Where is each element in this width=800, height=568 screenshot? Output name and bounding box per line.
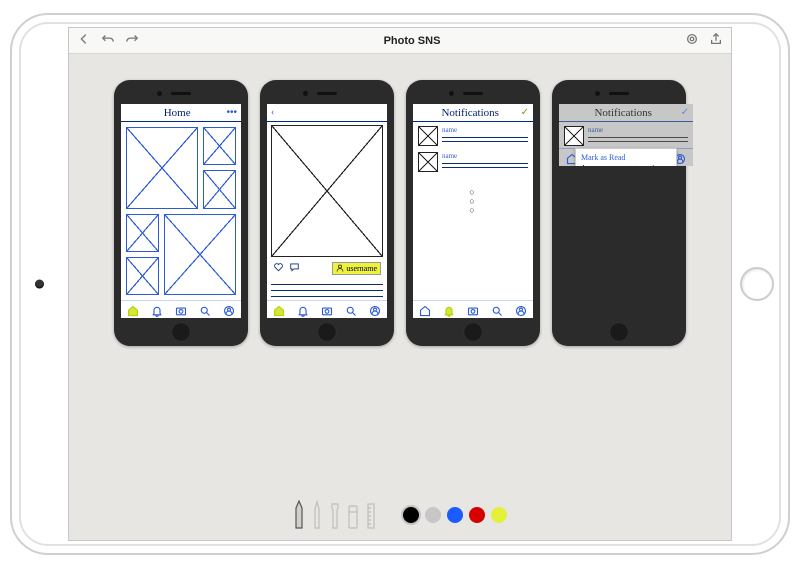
tab-camera-icon[interactable]	[321, 304, 333, 316]
action-bar: username	[271, 257, 383, 279]
username-label: username	[346, 264, 377, 273]
header-title: Home	[128, 107, 227, 119]
photo-large-placeholder[interactable]	[271, 125, 383, 257]
photo-placeholder[interactable]	[164, 214, 236, 296]
pen-tool[interactable]	[293, 500, 305, 530]
color-swatch-blue[interactable]	[447, 507, 463, 523]
mockup-phone-notifications[interactable]: Notifications ✓ name	[406, 80, 540, 346]
header-checkmark[interactable]: ✓	[521, 107, 529, 118]
header-more[interactable]: •••	[226, 107, 237, 118]
screen-header: ‹	[267, 104, 387, 122]
settings-button[interactable]	[685, 32, 699, 49]
share-button[interactable]	[709, 32, 723, 49]
tab-search-icon[interactable]	[199, 304, 211, 316]
project-title: Photo SNS	[139, 35, 685, 47]
notification-row[interactable]: name	[413, 148, 533, 174]
pencil-tool[interactable]	[311, 500, 323, 530]
confirm-dialog: Mark as Read Are you sure want to mark a…	[575, 148, 677, 166]
caption-lines	[271, 279, 383, 297]
like-icon[interactable]	[273, 259, 284, 277]
marker-tool[interactable]	[329, 500, 341, 530]
photo-placeholder[interactable]	[126, 214, 159, 252]
bottom-palette	[69, 500, 731, 530]
tab-bar	[267, 300, 387, 318]
ipad-frame: Photo SNS Home •••	[10, 13, 790, 555]
notif-name: name	[442, 126, 528, 134]
tab-user-icon[interactable]	[515, 304, 527, 316]
redo-button[interactable]	[125, 32, 139, 49]
color-swatch-black[interactable]	[403, 507, 419, 523]
design-canvas[interactable]: Home •••	[69, 54, 731, 540]
tab-bar	[121, 300, 241, 318]
tab-bell-icon[interactable]	[151, 304, 163, 316]
color-swatch-yellow[interactable]	[491, 507, 507, 523]
eraser-tool[interactable]	[347, 500, 359, 530]
screen-header: Home •••	[121, 104, 241, 122]
undo-button[interactable]	[101, 32, 115, 49]
photo-placeholder[interactable]	[203, 170, 236, 208]
notification-row[interactable]: name	[413, 122, 533, 148]
dialog-overlay: Mark as Read Are you sure want to mark a…	[559, 122, 693, 148]
comment-icon[interactable]	[289, 259, 300, 277]
tab-bar	[413, 300, 533, 318]
username-tag[interactable]: username	[332, 262, 381, 275]
tab-user-icon[interactable]	[223, 304, 235, 316]
tool-tray	[293, 500, 377, 530]
color-swatch-red[interactable]	[469, 507, 485, 523]
back-button[interactable]	[77, 32, 91, 49]
ipad-camera-dot	[35, 280, 44, 289]
avatar-placeholder	[418, 126, 438, 146]
mockup-phone-home[interactable]: Home •••	[114, 80, 248, 346]
ipad-screen: Photo SNS Home •••	[68, 27, 732, 541]
tab-search-icon[interactable]	[345, 304, 357, 316]
tab-bell-icon[interactable]	[443, 304, 455, 316]
tab-search-icon[interactable]	[491, 304, 503, 316]
tab-home-icon[interactable]	[127, 304, 139, 316]
avatar-placeholder	[418, 152, 438, 172]
dialog-title: Mark as Read	[581, 153, 671, 162]
tab-home-icon[interactable]	[273, 304, 285, 316]
color-swatch-grey[interactable]	[425, 507, 441, 523]
mockup-phone-dialog[interactable]: Notifications ✓ name	[552, 80, 686, 346]
tab-bell-icon[interactable]	[297, 304, 309, 316]
tab-home-icon[interactable]	[419, 304, 431, 316]
screen-header: Notifications ✓	[559, 104, 693, 122]
photo-placeholder[interactable]	[126, 257, 159, 295]
tab-camera-icon[interactable]	[467, 304, 479, 316]
tab-camera-icon[interactable]	[175, 304, 187, 316]
notif-name: name	[442, 152, 528, 160]
header-checkmark[interactable]: ✓	[681, 107, 689, 118]
header-title: Notifications	[420, 107, 521, 119]
ruler-tool[interactable]	[365, 500, 377, 530]
color-swatches	[403, 507, 507, 523]
header-title: Notifications	[566, 107, 681, 119]
app-topbar: Photo SNS	[69, 28, 731, 54]
dialog-message: Are you sure want to mark as read?	[581, 164, 671, 166]
photo-placeholder[interactable]	[203, 127, 236, 165]
photo-placeholder[interactable]	[126, 127, 198, 209]
mockup-phone-detail[interactable]: ‹ username	[260, 80, 394, 346]
tab-user-icon[interactable]	[369, 304, 381, 316]
screen-header: Notifications ✓	[413, 104, 533, 122]
photo-grid	[121, 122, 241, 300]
ipad-home-button[interactable]	[740, 267, 774, 301]
